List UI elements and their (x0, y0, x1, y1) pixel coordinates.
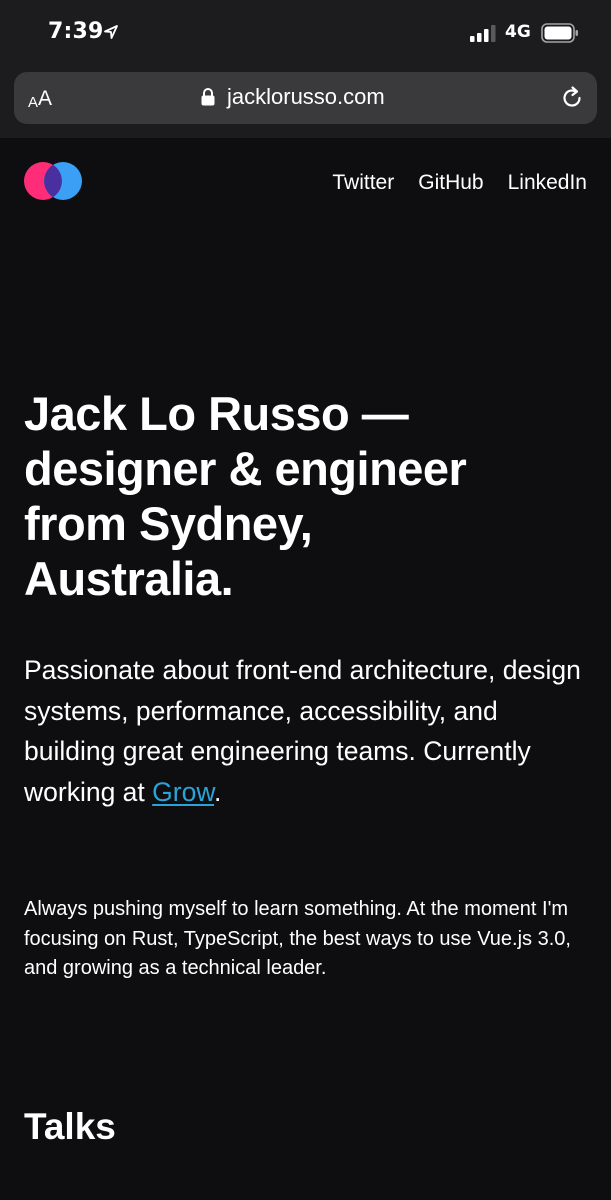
text-size-small-label: A (28, 94, 39, 111)
reload-icon[interactable] (559, 85, 585, 111)
text-size-large-label: A (38, 87, 53, 110)
intro-paragraph: Passionate about front-end architecture,… (24, 650, 594, 812)
site-nav: Twitter GitHub LinkedIn (332, 171, 587, 195)
hero-line: designer & engineer (24, 442, 467, 495)
status-time: 7:39 (48, 19, 104, 44)
signal-bars-icon (470, 25, 496, 42)
address-bar[interactable]: AA jacklorusso.com (14, 72, 597, 124)
hero-headline: Jack Lo Russo — designer & engineer from… (24, 386, 594, 606)
talks-heading: Talks (24, 1106, 116, 1147)
browser-chrome: 7:39 4G AA jacklorusso.com (0, 0, 611, 138)
learning-paragraph: Always pushing myself to learn something… (24, 898, 571, 979)
grow-link[interactable]: Grow (152, 777, 214, 807)
lock-icon (201, 88, 215, 106)
status-bar: 7:39 4G (0, 0, 611, 66)
intro-text: Passionate about front-end architecture,… (24, 655, 581, 807)
hero-line: Jack Lo Russo — (24, 387, 409, 440)
network-type: 4G (505, 22, 531, 42)
url-text[interactable]: jacklorusso.com (227, 84, 385, 110)
nav-link-github[interactable]: GitHub (418, 171, 483, 195)
battery-icon (541, 23, 578, 43)
text-size-button[interactable]: AA (28, 85, 52, 111)
intro-period: . (214, 776, 222, 807)
location-arrow-icon (104, 25, 118, 39)
nav-link-twitter[interactable]: Twitter (332, 171, 394, 195)
site-logo[interactable] (24, 162, 82, 200)
hero-line: from Sydney, (24, 497, 313, 550)
hero-line: Australia. (24, 552, 234, 605)
nav-link-linkedin[interactable]: LinkedIn (508, 171, 587, 195)
